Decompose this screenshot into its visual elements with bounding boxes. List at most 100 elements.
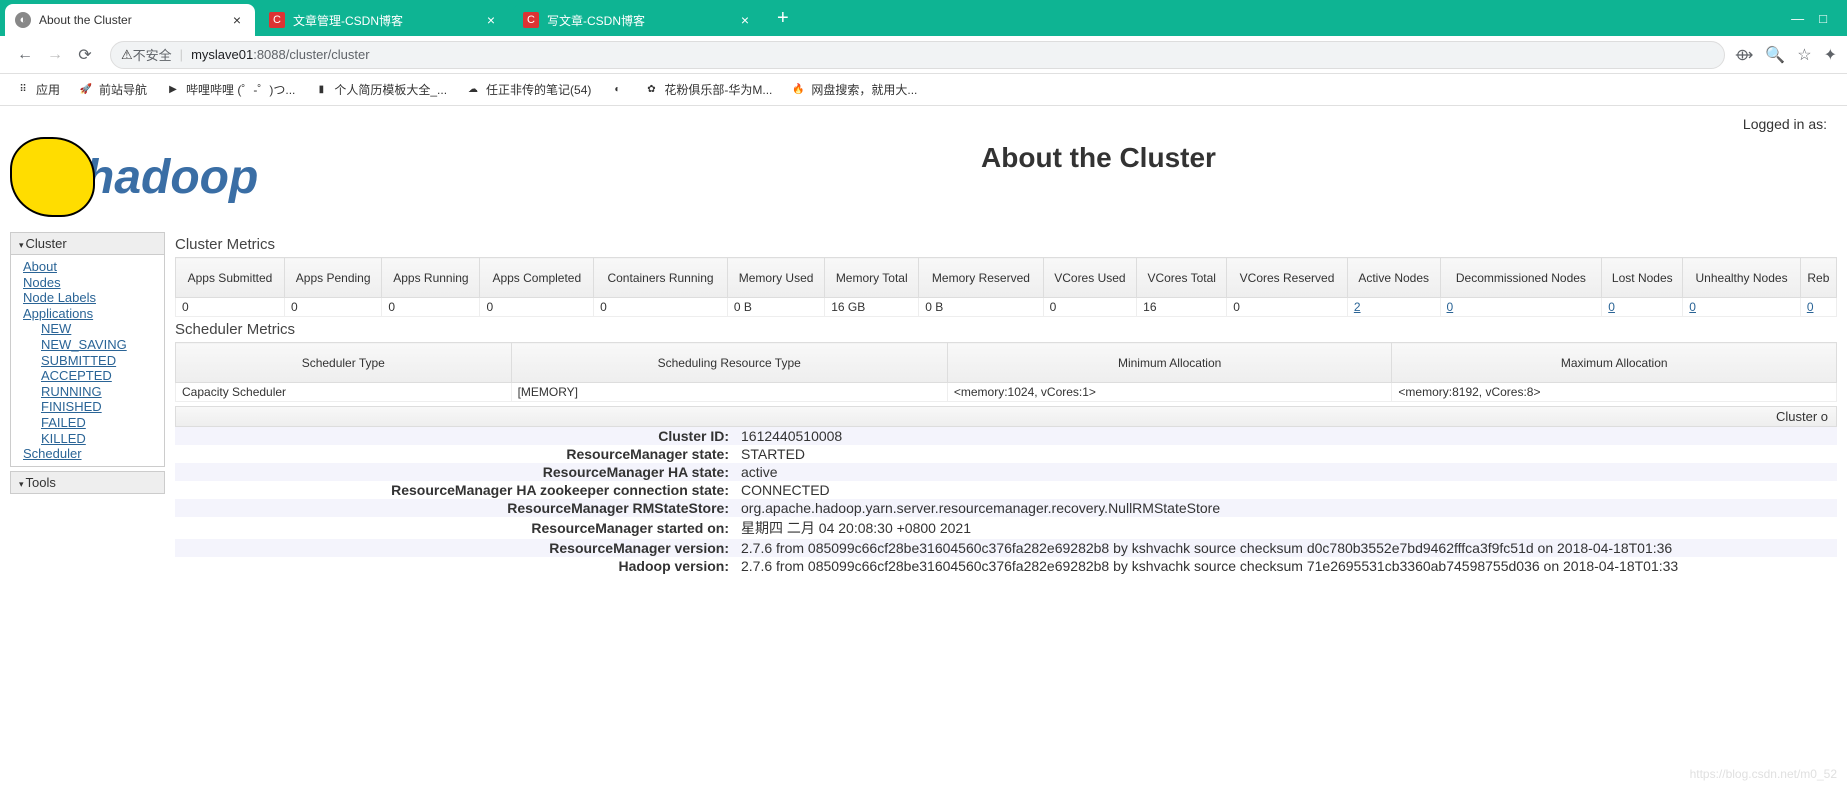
overview-row: ResourceManager HA zookeeper connection … <box>175 481 1837 499</box>
metric-cell: Capacity Scheduler <box>176 383 512 402</box>
sidebar-item-scheduler[interactable]: Scheduler <box>23 446 164 462</box>
sidebar-state-new_saving[interactable]: NEW_SAVING <box>41 337 164 353</box>
metric-cell: 0 <box>1683 298 1801 317</box>
browser-titlebar: ◐About the Cluster×C文章管理-CSDN博客× C 写文章-CSD… <box>0 0 1847 36</box>
reload-button[interactable]: ⟳ <box>70 45 100 65</box>
rocket-icon: 🚀 <box>78 82 94 98</box>
browser-tab[interactable]: C文章管理-CSDN博客× <box>259 4 509 36</box>
bookmark-item[interactable]: ◐ <box>609 82 625 98</box>
column-header[interactable]: Active Nodes <box>1347 258 1440 298</box>
bookmarks-bar: ⠿应用 🚀 前站导航 ▶哔哩哔哩 (゜-゜)つ... ▮个人简历模板大全_... ☁任正非… <box>0 74 1847 106</box>
metric-link[interactable]: 0 <box>1608 300 1615 314</box>
browser-tab[interactable]: ◐About the Cluster× <box>5 4 255 36</box>
sidebar-state-new[interactable]: NEW <box>41 321 164 337</box>
logo-text: hadoop <box>85 150 258 205</box>
sidebar-cluster-header[interactable]: Cluster <box>10 232 165 255</box>
metric-link[interactable]: 0 <box>1447 300 1454 314</box>
browser-tab[interactable]: C 写文章-CSDN博客× <box>513 4 763 36</box>
sidebar-item-applications[interactable]: Applications <box>23 306 164 322</box>
close-icon[interactable]: × <box>229 12 245 28</box>
sidebar-state-running[interactable]: RUNNING <box>41 384 164 400</box>
bookmark-label: 前站导航 <box>99 81 147 98</box>
metric-link[interactable]: 2 <box>1354 300 1361 314</box>
back-button[interactable]: ← <box>10 46 40 64</box>
column-header[interactable]: Unhealthy Nodes <box>1683 258 1801 298</box>
translate-icon[interactable]: ⟴ <box>1735 45 1754 65</box>
column-header[interactable]: Apps Completed <box>480 258 594 298</box>
scheduler-metrics-title: Scheduler Metrics <box>175 321 1837 338</box>
minimize-button[interactable]: ― <box>1791 11 1804 26</box>
column-header[interactable]: Memory Total <box>825 258 919 298</box>
metric-cell: 0 <box>1602 298 1683 317</box>
metric-link[interactable]: 0 <box>1689 300 1696 314</box>
sidebar-state-accepted[interactable]: ACCEPTED <box>41 368 164 384</box>
overview-value: 1612440510008 <box>735 427 1837 445</box>
sidebar-state-finished[interactable]: FINISHED <box>41 399 164 415</box>
column-header[interactable]: Minimum Allocation <box>947 343 1392 383</box>
content-area: Cluster Metrics Apps SubmittedApps Pendi… <box>175 232 1837 575</box>
tab-title: 写文章-CSDN博客 <box>547 12 737 29</box>
metric-cell: 0 B <box>919 298 1043 317</box>
bookmark-item[interactable]: 🚀 前站导航 <box>78 81 147 98</box>
sidebar-tools-header[interactable]: Tools <box>10 471 165 494</box>
sidebar-item-node-labels[interactable]: Node Labels <box>23 290 164 306</box>
column-header[interactable]: Apps Running <box>382 258 480 298</box>
column-header[interactable]: Reb <box>1800 258 1836 298</box>
column-header[interactable]: Scheduling Resource Type <box>511 343 947 383</box>
bookmark-label: 网盘搜索，就用大... <box>811 81 917 98</box>
page-title: About the Cluster <box>360 142 1837 174</box>
column-header[interactable]: VCores Total <box>1137 258 1227 298</box>
close-icon[interactable]: × <box>483 12 499 28</box>
overview-row: ResourceManager state:STARTED <box>175 445 1837 463</box>
metric-cell: 0 <box>382 298 480 317</box>
overview-row: Cluster ID:1612440510008 <box>175 427 1837 445</box>
extensions-icon[interactable]: ✦ <box>1824 45 1837 65</box>
hadoop-logo[interactable]: hadoop <box>10 132 360 222</box>
overview-row: ResourceManager version:2.7.6 from 08509… <box>175 539 1837 557</box>
bookmark-label: 个人简历模板大全_... <box>334 81 447 98</box>
metric-link[interactable]: 0 <box>1807 300 1814 314</box>
bookmark-item[interactable]: ▮个人简历模板大全_... <box>313 81 447 98</box>
column-header[interactable]: Decommissioned Nodes <box>1440 258 1602 298</box>
globe-icon: ◐ <box>15 12 31 28</box>
overview-value: STARTED <box>735 445 1837 463</box>
note-icon: ☁ <box>465 82 481 98</box>
column-header[interactable]: Memory Used <box>727 258 824 298</box>
sidebar-item-about[interactable]: About <box>23 259 164 275</box>
overview-key: Cluster ID: <box>175 427 735 445</box>
new-tab-button[interactable]: + <box>767 7 799 30</box>
metric-cell: 0 <box>1227 298 1348 317</box>
zoom-icon[interactable]: 🔍 <box>1765 45 1785 65</box>
column-header[interactable]: Maximum Allocation <box>1392 343 1837 383</box>
bookmark-item[interactable]: 🔥网盘搜索，就用大... <box>790 81 917 98</box>
metric-cell: 0 <box>1043 298 1136 317</box>
bookmark-item[interactable]: ✿花粉俱乐部-华为M... <box>643 81 772 98</box>
metric-cell: 0 B <box>727 298 824 317</box>
column-header[interactable]: Memory Reserved <box>919 258 1043 298</box>
forward-button[interactable]: → <box>40 46 70 64</box>
column-header[interactable]: VCores Reserved <box>1227 258 1348 298</box>
star-icon[interactable]: ☆ <box>1797 45 1811 65</box>
column-header[interactable]: VCores Used <box>1043 258 1136 298</box>
bookmark-item[interactable]: ☁任正非传的笔记(54) <box>465 81 591 98</box>
maximize-button[interactable]: □ <box>1819 11 1827 26</box>
sidebar-state-failed[interactable]: FAILED <box>41 415 164 431</box>
url-box[interactable]: ⚠ 不安全 | myslave01:8088/cluster/cluster <box>110 41 1725 69</box>
sidebar-state-killed[interactable]: KILLED <box>41 431 164 447</box>
column-header[interactable]: Lost Nodes <box>1602 258 1683 298</box>
metric-cell: 0 <box>1440 298 1602 317</box>
sidebar-item-nodes[interactable]: Nodes <box>23 275 164 291</box>
bookmark-item[interactable]: ⠿应用 <box>15 81 60 98</box>
scheduler-metrics-table: Scheduler TypeScheduling Resource TypeMi… <box>175 342 1837 402</box>
bili-icon: ▶ <box>165 82 181 98</box>
bookmark-item[interactable]: ▶哔哩哔哩 (゜-゜)つ... <box>165 81 295 98</box>
close-icon[interactable]: × <box>737 12 753 28</box>
column-header[interactable]: Containers Running <box>594 258 728 298</box>
sidebar-state-submitted[interactable]: SUBMITTED <box>41 353 164 369</box>
csdn-icon: C <box>523 12 539 28</box>
column-header[interactable]: Apps Submitted <box>176 258 285 298</box>
column-header[interactable]: Apps Pending <box>284 258 381 298</box>
overview-row: Hadoop version:2.7.6 from 085099c66cf28b… <box>175 557 1837 575</box>
metric-cell: 16 GB <box>825 298 919 317</box>
column-header[interactable]: Scheduler Type <box>176 343 512 383</box>
